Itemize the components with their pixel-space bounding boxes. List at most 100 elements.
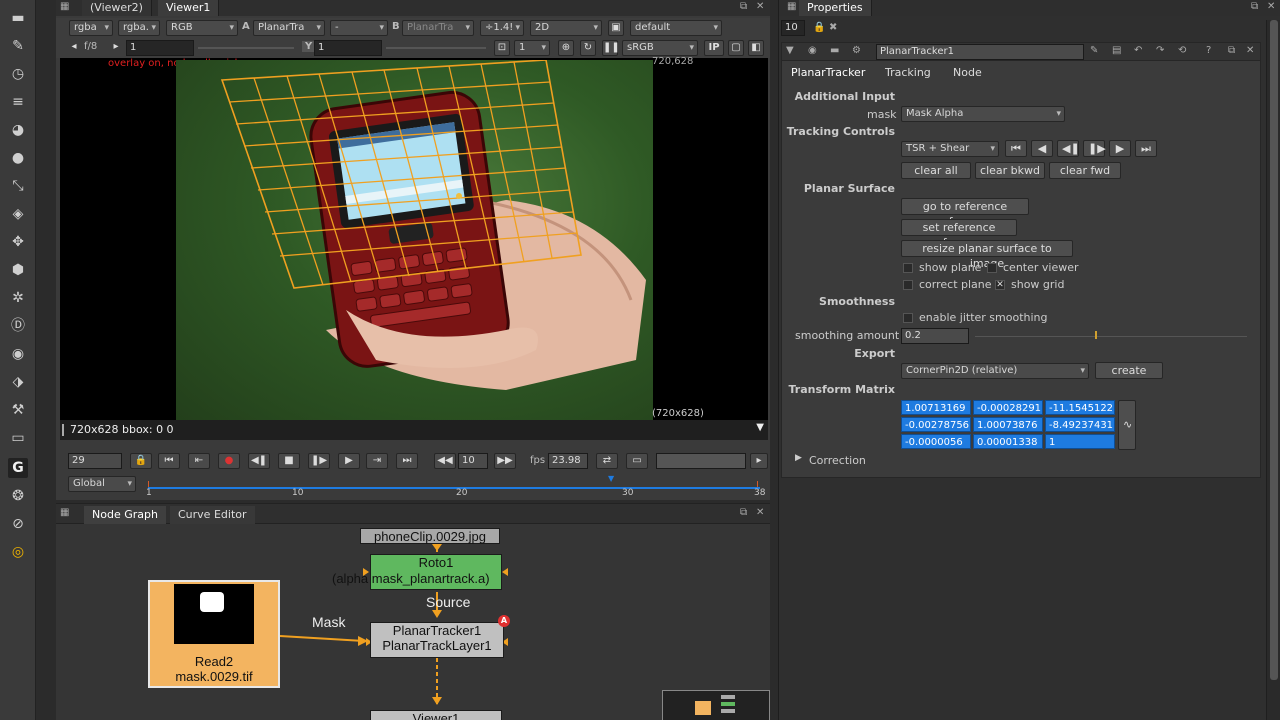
correction-group[interactable]: Correction xyxy=(809,454,866,467)
other-icon[interactable]: ▭ xyxy=(8,428,28,448)
gain-field[interactable]: 1 xyxy=(126,40,194,56)
node-graph-minimap[interactable] xyxy=(662,690,770,720)
gamma-slider[interactable] xyxy=(386,47,486,49)
metadata-icon[interactable]: ⬗ xyxy=(8,372,28,392)
last-frame-icon[interactable]: ⏭ xyxy=(396,453,418,469)
zoom-icon[interactable]: ⊡ xyxy=(494,40,510,56)
fstop-right-icon[interactable]: ▸ xyxy=(110,40,122,56)
matrix-cell-2-0[interactable]: -0.0000056 xyxy=(901,434,971,449)
node-phone-clip[interactable]: phoneClip.0029.jpg xyxy=(360,528,500,544)
track-to-end-icon[interactable]: ⏭ xyxy=(1135,140,1157,157)
colorspace-dropdown[interactable]: sRGB xyxy=(622,40,698,56)
revert-icon[interactable]: ⟲ xyxy=(1178,45,1186,56)
matrix-cell-0-1[interactable]: -0.00028291 xyxy=(973,400,1043,415)
3d-icon[interactable]: ⬢ xyxy=(8,260,28,280)
fps-field[interactable]: 23.98 xyxy=(548,453,588,469)
views-icon[interactable]: ◉ xyxy=(8,344,28,364)
transform-icon[interactable]: ✥ xyxy=(8,232,28,252)
tab-viewer2[interactable]: (Viewer2) xyxy=(82,0,152,16)
draw-icon[interactable]: ✎ xyxy=(8,36,28,56)
help-icon[interactable]: ? xyxy=(1206,45,1211,56)
tab-viewer1[interactable]: Viewer1 xyxy=(158,0,220,16)
panel-menu-icon[interactable]: ▦ xyxy=(60,1,69,12)
gain-slider[interactable] xyxy=(198,47,294,49)
step-back-icon[interactable]: ◀❚ xyxy=(248,453,270,469)
redo-icon[interactable]: ↷ xyxy=(1156,45,1164,56)
play-backward-icon[interactable]: ❚▶ xyxy=(308,453,330,469)
first-frame-icon[interactable]: ⏮ xyxy=(158,453,180,469)
record-icon[interactable]: ● xyxy=(218,453,240,469)
merge-icon[interactable]: ◈ xyxy=(8,204,28,224)
matrix-cell-0-0[interactable]: 1.00713169 xyxy=(901,400,971,415)
track-to-start-icon[interactable]: ⏮ xyxy=(1005,140,1027,157)
deep-icon[interactable]: Ⓓ xyxy=(8,316,28,336)
props-float-icon[interactable]: ⧉ xyxy=(1251,1,1258,12)
ip-button[interactable]: IP xyxy=(704,40,724,56)
furnace-icon[interactable]: ❂ xyxy=(8,486,28,506)
clear-fwd-button[interactable]: clear fwd xyxy=(1049,162,1121,179)
lock-range-icon[interactable]: 🔒 xyxy=(130,453,152,469)
set-reference-button[interactable]: set reference frame xyxy=(901,219,1017,249)
matrix-cell-0-2[interactable]: -11.1545122 xyxy=(1045,400,1115,415)
clipping-icon[interactable]: ▢ xyxy=(728,40,744,56)
ocula-icon[interactable]: ⊘ xyxy=(8,514,28,534)
undo-icon[interactable]: ↶ xyxy=(1134,45,1142,56)
node-planar-tracker1[interactable]: PlanarTracker1 PlanarTrackLayer1 xyxy=(370,622,504,658)
refresh-icon[interactable]: ↻ xyxy=(580,40,596,56)
viewer-toggle-icon[interactable]: ◉ xyxy=(808,45,817,56)
correct-plane-checkbox[interactable] xyxy=(903,280,913,290)
tab-tracking[interactable]: Tracking xyxy=(877,64,939,82)
close-icon[interactable]: ✕ xyxy=(756,1,764,12)
edit-icon[interactable]: ✎ xyxy=(1090,45,1098,56)
downscale-dropdown[interactable]: 1 xyxy=(514,40,550,56)
matrix-cell-1-0[interactable]: -0.00278756 xyxy=(901,417,971,432)
clear-bkwd-button[interactable]: clear bkwd xyxy=(975,162,1045,179)
toolsets-icon[interactable]: ⚒ xyxy=(8,400,28,420)
display-channel-dropdown[interactable]: RGB xyxy=(166,20,238,36)
correction-expand-icon[interactable]: ▶ xyxy=(795,453,802,463)
collapse-icon[interactable]: ▼ xyxy=(786,45,794,56)
track-mode-dropdown[interactable]: TSR + Shear xyxy=(901,141,999,157)
props-panel-menu-icon[interactable]: ▦ xyxy=(787,1,796,12)
max-panels-field[interactable]: 10 xyxy=(781,20,805,36)
matrix-cell-1-1[interactable]: 1.00073876 xyxy=(973,417,1043,432)
status-expand-icon[interactable]: ▼ xyxy=(756,422,764,433)
particles-icon[interactable]: ✲ xyxy=(8,288,28,308)
gizmo-icon[interactable]: G xyxy=(8,458,28,478)
channel-icon[interactable]: ≡ xyxy=(8,92,28,112)
channel-dropdown[interactable]: rgba. xyxy=(118,20,160,36)
eye-plugin-icon[interactable]: ◎ xyxy=(8,542,28,562)
viewer-canvas[interactable]: overlay on, no handle pick 720,628 (720x… xyxy=(60,56,768,420)
play-forward-icon[interactable]: ▶ xyxy=(338,453,360,469)
close-node-icon[interactable]: ✕ xyxy=(1246,45,1254,56)
view-mode-dropdown[interactable]: 2D xyxy=(530,20,602,36)
roi-icon[interactable]: ⊕ xyxy=(558,40,574,56)
smoothing-slider[interactable] xyxy=(975,336,1247,337)
matrix-cell-1-2[interactable]: -8.49237431 xyxy=(1045,417,1115,432)
playhead-marker[interactable]: ▼ xyxy=(608,474,616,484)
mask-dropdown[interactable]: Mask Alpha xyxy=(901,106,1065,122)
track-forward-icon[interactable]: ▶ xyxy=(1109,140,1131,157)
track-backward-icon[interactable]: ◀ xyxy=(1031,140,1053,157)
color-icon[interactable]: ◕ xyxy=(8,120,28,140)
tab-properties[interactable]: Properties xyxy=(799,0,872,16)
node-viewer1[interactable]: Viewer1 xyxy=(370,710,502,720)
step-backward-icon[interactable]: ◀❚ xyxy=(1057,140,1080,157)
smoothing-amount-field[interactable]: 0.2 xyxy=(901,328,969,344)
time-icon[interactable]: ◷ xyxy=(8,64,28,84)
prev-keyframe-icon[interactable]: ⇤ xyxy=(188,453,210,469)
playback-mode-icon[interactable]: ⇄ xyxy=(596,453,618,469)
center-viewer-checkbox[interactable] xyxy=(987,263,997,273)
lut-icon[interactable]: ▣ xyxy=(608,20,624,36)
next-keyframe-icon[interactable]: ⇥ xyxy=(366,453,388,469)
lock-panels-icon[interactable]: 🔒 xyxy=(813,22,825,33)
color-icon-2[interactable]: ▬ xyxy=(830,45,839,56)
node-name-field[interactable]: PlanarTracker1 xyxy=(876,44,1084,60)
layer-dropdown[interactable]: rgba xyxy=(69,20,113,36)
export-dropdown[interactable]: CornerPin2D (relative) xyxy=(901,363,1089,379)
jitter-checkbox[interactable] xyxy=(903,313,913,323)
wipe-icon[interactable]: ◧ xyxy=(748,40,764,56)
show-plane-checkbox[interactable] xyxy=(903,263,913,273)
matrix-cell-2-2[interactable]: 1 xyxy=(1045,434,1115,449)
clear-all-button[interactable]: clear all xyxy=(901,162,971,179)
